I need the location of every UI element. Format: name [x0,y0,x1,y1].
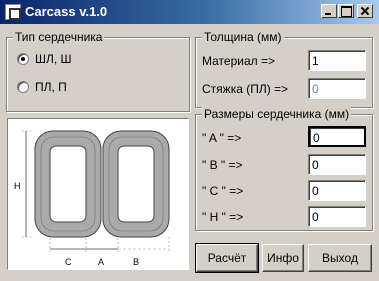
minimize-button[interactable] [321,4,337,18]
dim-h-label: " H " => [202,210,244,224]
diagram-label-h: H [14,181,21,191]
close-button[interactable] [357,4,373,18]
core-diagram: H C A B [7,118,189,270]
dim-c-input[interactable]: 0 [308,180,366,201]
radio-pl-label: ПЛ, П [35,80,67,94]
diagram-label-c: C [65,257,72,267]
info-button[interactable]: Инфо [262,244,304,272]
title-bar[interactable]: Carcass v.1.0 [0,0,379,24]
radio-shl-indicator[interactable] [17,53,29,65]
dim-a-label: " A " => [202,131,242,145]
dim-h-input[interactable]: 0 [308,206,366,227]
thickness-legend: Толщина (мм) [202,30,284,44]
exit-button[interactable]: Выход [308,244,372,272]
dim-b-label: " B " => [202,158,243,172]
radio-shl[interactable]: ШЛ, Ш [17,52,72,66]
dimensions-group: Размеры сердечника (мм) " A " => 0 " B "… [195,107,373,231]
window-title: Carcass v.1.0 [25,4,108,19]
thickness-group: Толщина (мм) Материал => 1 Стяжка (ПЛ) =… [195,30,373,108]
core-type-legend: Тип сердечника [13,30,105,44]
radio-shl-label: ШЛ, Ш [35,52,72,66]
dimensions-legend: Размеры сердечника (мм) [202,107,352,121]
core-type-group: Тип сердечника ШЛ, Ш ПЛ, П [6,30,190,112]
maximize-button[interactable] [338,4,354,18]
app-icon[interactable] [5,4,21,20]
dim-a-input[interactable]: 0 [308,126,366,147]
core-diagram-drawing: H C A B [14,130,170,267]
clamp-label: Стяжка (ПЛ) => [202,82,289,96]
material-label: Материал => [202,54,275,68]
radio-pl-indicator[interactable] [17,81,29,93]
dim-c-label: " C " => [202,184,244,198]
dim-b-input[interactable]: 0 [308,154,366,175]
calculate-button[interactable]: Расчёт [195,243,259,273]
clamp-input[interactable]: 0 [308,78,366,99]
radio-pl[interactable]: ПЛ, П [17,80,67,94]
diagram-label-b: B [133,257,139,267]
diagram-label-a: A [98,257,104,267]
app-window: Carcass v.1.0 Тип сердечника ШЛ, Ш ПЛ, П… [0,0,379,281]
material-input[interactable]: 1 [308,50,366,71]
